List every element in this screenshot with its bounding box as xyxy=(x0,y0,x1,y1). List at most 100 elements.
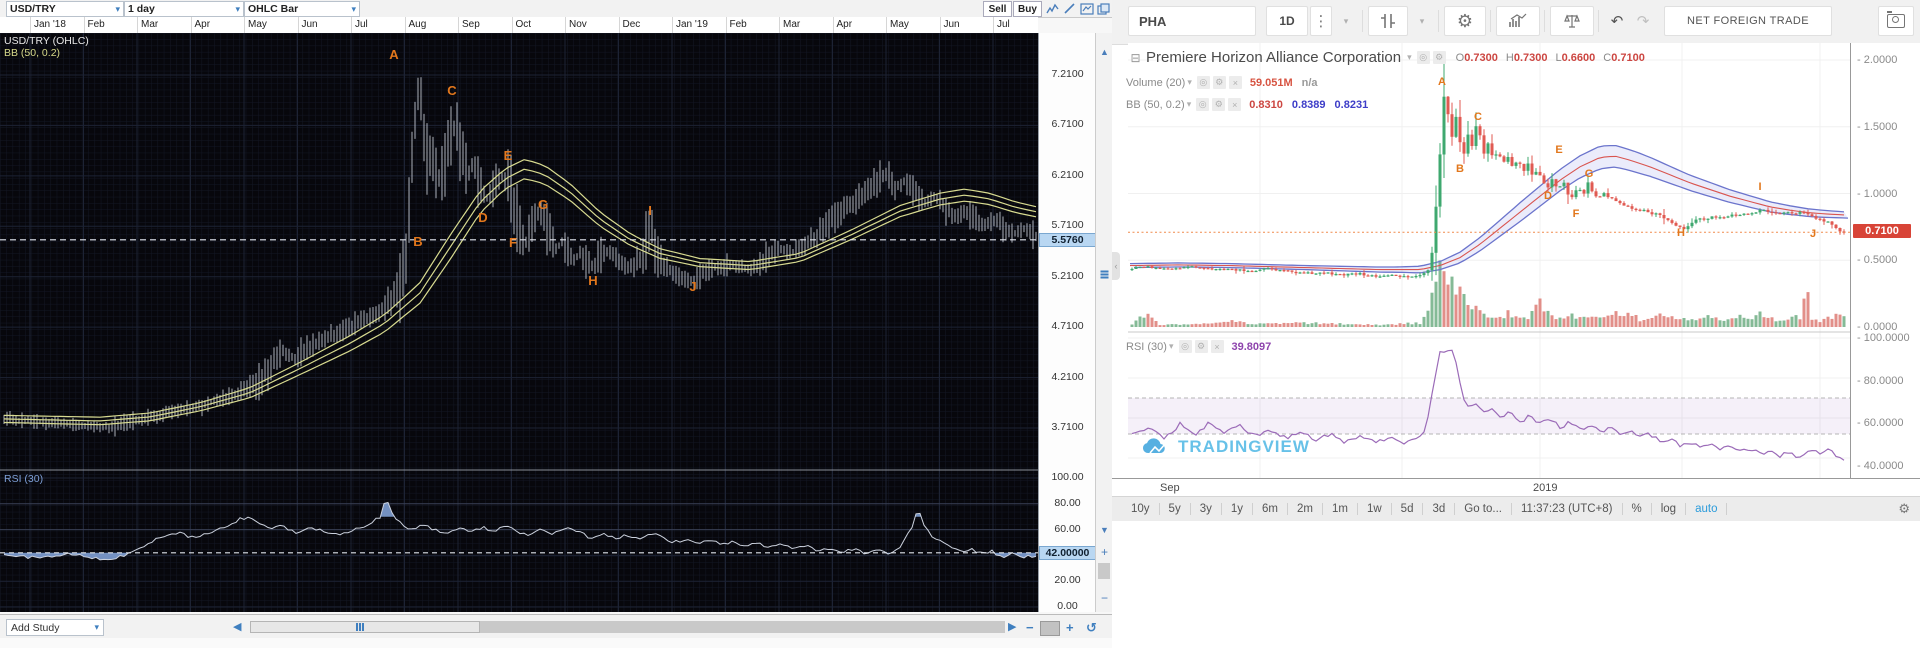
eye-icon[interactable]: ◎ xyxy=(1196,76,1210,89)
chevron-down-icon[interactable]: ▾ xyxy=(1407,52,1412,63)
scroll-down-icon[interactable]: ▼ xyxy=(1098,525,1111,535)
zoom-slider-handle[interactable] xyxy=(1098,563,1110,579)
range-button-1m[interactable]: 1m xyxy=(1323,503,1358,515)
sell-button[interactable]: Sell xyxy=(983,1,1012,17)
settings-gear-icon[interactable]: ⚙ xyxy=(1212,76,1226,89)
range-button-5y[interactable]: 5y xyxy=(1160,503,1191,515)
time-axis-separator xyxy=(244,17,245,33)
chart-type-select[interactable]: OHLC Bar ▾ xyxy=(244,1,360,17)
annotation-letter: J xyxy=(1810,228,1816,240)
draw-tool-icon[interactable] xyxy=(1063,2,1077,15)
pan-right-icon[interactable]: ▶ xyxy=(1008,620,1016,633)
scroll-up-icon[interactable]: ▲ xyxy=(1098,47,1111,57)
chevron-down-icon[interactable]: ▾ xyxy=(1187,99,1192,110)
time-axis-label: Jun xyxy=(301,19,318,30)
pan-left-icon[interactable]: ◀ xyxy=(233,620,241,633)
compare-chart-icon[interactable] xyxy=(1080,2,1094,15)
windows-layout-icon[interactable] xyxy=(1097,2,1111,15)
indicators-button[interactable] xyxy=(1496,6,1540,36)
chevron-down-icon[interactable]: ▾ xyxy=(1187,77,1192,88)
bottom-filler xyxy=(0,638,1112,648)
close-icon[interactable]: × xyxy=(1210,340,1224,353)
chart-settings-button[interactable]: ⚙ xyxy=(1444,6,1486,36)
annotation-letter: D xyxy=(1544,190,1552,202)
close-icon[interactable]: × xyxy=(1228,76,1242,89)
interval-menu-button[interactable]: ⋮ xyxy=(1310,6,1332,36)
add-study-button[interactable]: Add Study ▾ xyxy=(6,619,104,636)
time-axis-label: Sep xyxy=(462,19,480,30)
range-button--[interactable]: % xyxy=(1623,503,1652,515)
axis-settings-gear-icon[interactable]: ⚙ xyxy=(1898,501,1910,517)
vertical-scrollbar[interactable]: ▲ ▼ + − xyxy=(1095,33,1113,612)
collapse-icon[interactable]: ⊟ xyxy=(1129,51,1142,65)
bar-style-dropdown-button[interactable]: ▾ xyxy=(1410,6,1434,36)
reset-view-icon[interactable]: ↺ xyxy=(1086,620,1097,636)
settings-gear-icon[interactable]: ⚙ xyxy=(1212,98,1226,111)
time-axis-separator xyxy=(190,17,192,33)
right-time-axis[interactable]: Sep 2019 xyxy=(1112,478,1920,497)
eye-icon[interactable]: ◎ xyxy=(1196,98,1210,111)
axis-label: - 60.0000 xyxy=(1857,417,1904,429)
ohlc-value: 0.7100 xyxy=(1611,51,1645,64)
net-foreign-trade-button[interactable]: NET FOREIGN TRADE xyxy=(1664,6,1832,36)
horizontal-scrollbar-thumb[interactable] xyxy=(250,621,480,633)
bar-style-button[interactable] xyxy=(1368,6,1408,36)
zoom-in-icon[interactable]: + xyxy=(1098,545,1111,559)
ohlc-value: 0.6600 xyxy=(1561,51,1596,64)
range-button-11-37-23-utc-8-[interactable]: 11:37:23 (UTC+8) xyxy=(1512,503,1623,515)
range-button-1w[interactable]: 1w xyxy=(1358,503,1392,515)
range-button-3y[interactable]: 3y xyxy=(1191,503,1222,515)
time-axis-label: Jul xyxy=(355,19,368,30)
right-price-axis[interactable]: - 2.0000- 1.5000- 1.0000- 0.5000- 0.0000… xyxy=(1850,43,1920,496)
settings-gear-icon[interactable]: ⚙ xyxy=(1432,51,1446,64)
settings-gear-icon[interactable]: ⚙ xyxy=(1194,340,1208,353)
ohlc-key: H xyxy=(1505,51,1514,64)
range-button-3d[interactable]: 3d xyxy=(1423,503,1456,515)
range-button-10y[interactable]: 10y xyxy=(1122,503,1160,515)
interval-select[interactable]: 1 day ▾ xyxy=(124,1,244,17)
range-button-5d[interactable]: 5d xyxy=(1392,503,1424,515)
interval-dropdown-button[interactable]: ▾ xyxy=(1334,6,1358,36)
range-button-2m[interactable]: 2m xyxy=(1288,503,1323,515)
indicator-name[interactable]: Volume (20) xyxy=(1126,77,1185,89)
chart-legend-rsi[interactable]: RSI (30) xyxy=(4,473,43,485)
eye-icon[interactable]: ◎ xyxy=(1178,340,1192,353)
snapshot-button[interactable] xyxy=(1878,6,1914,36)
zoom-out-icon[interactable]: − xyxy=(1026,620,1034,635)
range-button-go-to-[interactable]: Go to... xyxy=(1455,503,1512,515)
indicator-name[interactable]: BB (50, 0.2) xyxy=(1126,99,1185,111)
range-button-log[interactable]: log xyxy=(1652,503,1687,515)
time-axis[interactable]: Jan '18 Feb Mar Apr May Jun Jul Aug Sep Oct Nov Dec… xyxy=(0,17,1038,34)
annotation-letter: B xyxy=(1456,163,1464,175)
zoom-slider-handle[interactable] xyxy=(1040,621,1060,636)
indicator-name[interactable]: RSI (30) xyxy=(1126,341,1167,353)
axis-label: - 40.0000 xyxy=(1857,460,1904,472)
chevron-down-icon[interactable]: ▾ xyxy=(1169,341,1174,352)
chart-style-icon[interactable] xyxy=(1046,2,1060,15)
chevron-down-icon: ▾ xyxy=(1419,15,1425,26)
panel-collapse-handle[interactable]: ‹ xyxy=(1112,252,1120,280)
close-icon[interactable]: × xyxy=(1228,98,1242,111)
range-toolbar: 10y 5y 3y 1y 6m 2m 1m 1w 5d 3d Go to... 11:37:23 (U… xyxy=(1112,496,1920,521)
range-button-6m[interactable]: 6m xyxy=(1253,503,1288,515)
auto-scale-button[interactable]: auto xyxy=(1686,503,1728,515)
ohlc-key: O xyxy=(1455,51,1465,64)
zoom-in-icon[interactable]: + xyxy=(1066,620,1074,635)
symbol-value: PHA xyxy=(1139,13,1167,29)
time-axis-separator xyxy=(404,17,406,33)
redo-button[interactable]: ↷ xyxy=(1630,6,1656,36)
buy-button[interactable]: Buy xyxy=(1013,1,1042,17)
range-button-1y[interactable]: 1y xyxy=(1222,503,1254,515)
eye-icon[interactable]: ◎ xyxy=(1416,51,1430,64)
interval-button[interactable]: 1D xyxy=(1266,6,1308,36)
zoom-out-icon[interactable]: − xyxy=(1098,591,1111,605)
price-axis[interactable]: 7.2100 6.7100 6.2100 5.7100 5.2100 4.7100 4.21… xyxy=(1038,33,1096,612)
usdtry-price-chart[interactable]: A B C D E F G H I J xyxy=(0,33,1038,612)
undo-button[interactable]: ↶ xyxy=(1604,6,1630,36)
symbol-select[interactable]: USD/TRY ▾ xyxy=(6,1,124,17)
scrollbar-grip[interactable] xyxy=(356,623,365,631)
symbol-search-input[interactable]: PHA xyxy=(1128,6,1256,36)
compare-button[interactable] xyxy=(1550,6,1594,36)
scroll-grip[interactable] xyxy=(1100,270,1109,280)
chart-legend-bb[interactable]: BB (50, 0.2) xyxy=(4,47,60,59)
